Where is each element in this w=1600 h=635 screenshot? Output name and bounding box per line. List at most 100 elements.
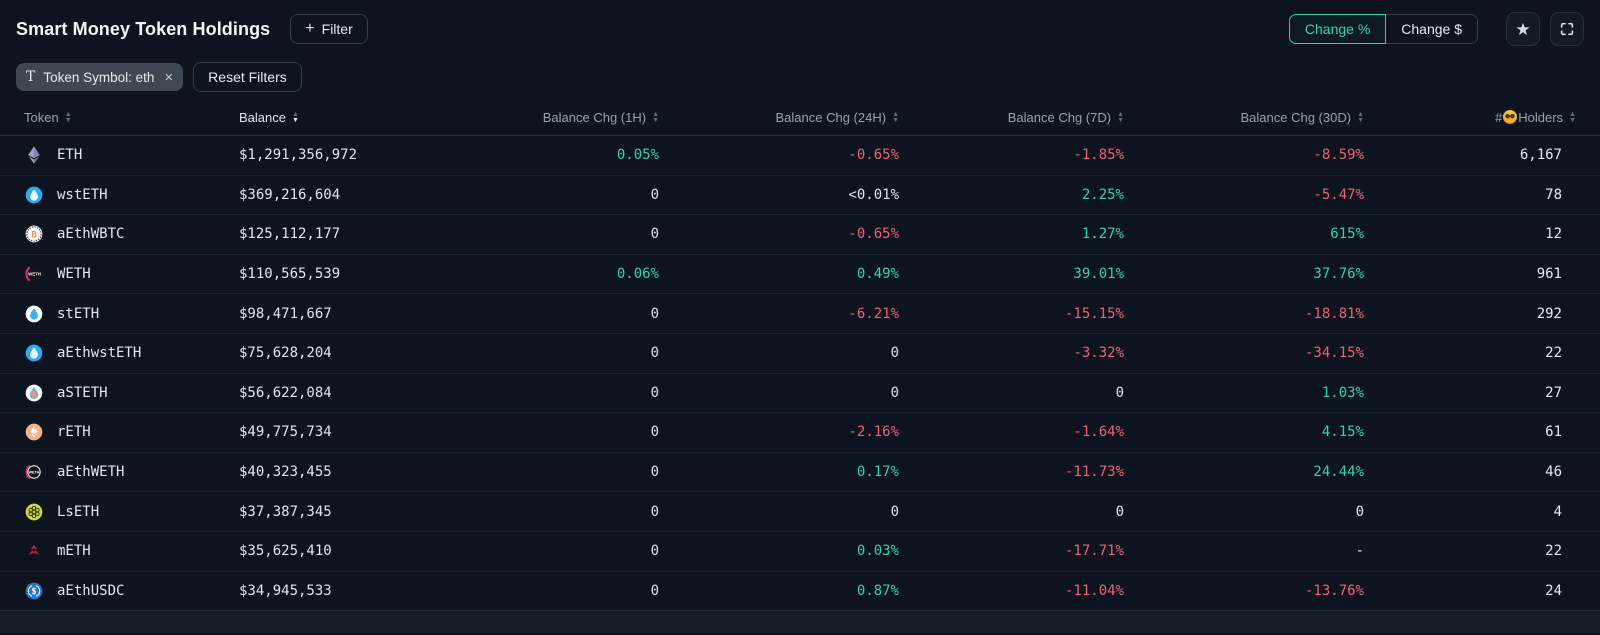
holdings-table: Token▲▼Balance▲▼Balance Chg (1H)▲▼Balanc… bbox=[0, 100, 1600, 633]
favorite-button[interactable]: ★ bbox=[1506, 12, 1540, 46]
token-symbol: WETH bbox=[57, 266, 91, 282]
balance-chg-7d-cell: 2.25% bbox=[899, 187, 1124, 203]
balance-cell: $49,775,734 bbox=[239, 424, 444, 440]
balance-chg-7d-cell: -1.85% bbox=[899, 147, 1124, 163]
balance-chg-1h-cell: 0 bbox=[444, 226, 659, 242]
token-cell: mETH bbox=[24, 541, 239, 561]
column-label: Token bbox=[24, 110, 59, 125]
table-row[interactable]: stETH$98,471,6670-6.21%-15.15%-18.81%292 bbox=[0, 294, 1600, 334]
svg-text:$: $ bbox=[31, 587, 36, 597]
reset-filters-button[interactable]: Reset Filters bbox=[193, 62, 302, 92]
filter-chip-label: Token Symbol: eth bbox=[43, 70, 154, 85]
balance-chg-24h-cell: 0.87% bbox=[659, 583, 899, 599]
balance-chg-1h-cell: 0 bbox=[444, 543, 659, 559]
toggle-change-percent[interactable]: Change % bbox=[1289, 14, 1386, 44]
balance-chg-30d-cell: -8.59% bbox=[1124, 147, 1364, 163]
holders-cell: 12 bbox=[1364, 226, 1576, 242]
holders-cell: 22 bbox=[1364, 543, 1576, 559]
column-label: #Holders bbox=[1495, 110, 1563, 125]
column-header-balance[interactable]: Balance▲▼ bbox=[239, 110, 444, 125]
balance-chg-30d-cell: 37.76% bbox=[1124, 266, 1364, 282]
token-cell: LsETH bbox=[24, 502, 239, 522]
asteth-icon bbox=[24, 383, 44, 403]
balance-cell: $369,216,604 bbox=[239, 187, 444, 203]
wsteth-icon bbox=[24, 343, 44, 363]
balance-cell: $1,291,356,972 bbox=[239, 147, 444, 163]
fullscreen-icon bbox=[1559, 21, 1575, 37]
holders-cell: 61 bbox=[1364, 424, 1576, 440]
table-row[interactable]: wstETH$369,216,6040<0.01%2.25%-5.47%78 bbox=[0, 176, 1600, 216]
table-row[interactable]: WETHWETH$110,565,5390.06%0.49%39.01%37.7… bbox=[0, 255, 1600, 295]
table-row[interactable]: mETH$35,625,41000.03%-17.71%-22 bbox=[0, 532, 1600, 572]
token-cell: stETH bbox=[24, 304, 239, 324]
steth-icon bbox=[24, 304, 44, 324]
balance-cell: $37,387,345 bbox=[239, 504, 444, 520]
table-row[interactable]: ETH$1,291,356,9720.05%-0.65%-1.85%-8.59%… bbox=[0, 136, 1600, 176]
balance-chg-30d-cell: 4.15% bbox=[1124, 424, 1364, 440]
svg-text:WETH: WETH bbox=[28, 272, 41, 277]
table-row[interactable]: rETH$49,775,7340-2.16%-1.64%4.15%61 bbox=[0, 413, 1600, 453]
token-symbol: aSTETH bbox=[57, 385, 108, 401]
balance-chg-24h-cell: 0 bbox=[659, 345, 899, 361]
column-label: Balance Chg (1H) bbox=[543, 110, 646, 125]
reth-icon bbox=[24, 422, 44, 442]
token-cell: aSTETH bbox=[24, 383, 239, 403]
balance-chg-30d-cell: 0 bbox=[1124, 504, 1364, 520]
balance-chg-7d-cell: -11.04% bbox=[899, 583, 1124, 599]
balance-chg-30d-cell: - bbox=[1124, 543, 1364, 559]
column-header-holders[interactable]: #Holders▲▼ bbox=[1364, 110, 1576, 125]
holders-cell: 6,167 bbox=[1364, 147, 1576, 163]
balance-chg-30d-cell: -13.76% bbox=[1124, 583, 1364, 599]
sort-icon: ▲▼ bbox=[1357, 112, 1364, 124]
table-row[interactable]: aEthwstETH$75,628,20400-3.32%-34.15%22 bbox=[0, 334, 1600, 374]
token-symbol: aEthWBTC bbox=[57, 226, 124, 242]
balance-chg-24h-cell: <0.01% bbox=[659, 187, 899, 203]
column-header-balance-chg-1h-[interactable]: Balance Chg (1H)▲▼ bbox=[444, 110, 659, 125]
balance-chg-7d-cell: 0 bbox=[899, 504, 1124, 520]
column-header-balance-chg-30d-[interactable]: Balance Chg (30D) ▲▼ bbox=[1124, 110, 1364, 125]
add-filter-button[interactable]: + Filter bbox=[290, 14, 367, 44]
token-cell: aEthwstETH bbox=[24, 343, 239, 363]
token-symbol: aEthwstETH bbox=[57, 345, 141, 361]
column-header-token[interactable]: Token▲▼ bbox=[24, 110, 239, 125]
aweth-icon: WETH bbox=[24, 462, 44, 482]
balance-chg-24h-cell: -6.21% bbox=[659, 306, 899, 322]
column-label: Balance Chg (24H) bbox=[776, 110, 887, 125]
filter-chip-token-symbol[interactable]: T Token Symbol: eth × bbox=[16, 63, 183, 91]
sort-icon: ▲▼ bbox=[292, 112, 299, 124]
toggle-change-dollar[interactable]: Change $ bbox=[1385, 14, 1478, 44]
balance-chg-30d-cell: -18.81% bbox=[1124, 306, 1364, 322]
table-header-row: Token▲▼Balance▲▼Balance Chg (1H)▲▼Balanc… bbox=[0, 100, 1600, 136]
column-header-balance-chg-24h-[interactable]: Balance Chg (24H)▲▼ bbox=[659, 110, 899, 125]
holders-cell: 46 bbox=[1364, 464, 1576, 480]
balance-chg-1h-cell: 0 bbox=[444, 306, 659, 322]
balance-cell: $56,622,084 bbox=[239, 385, 444, 401]
holders-cell: 292 bbox=[1364, 306, 1576, 322]
balance-chg-1h-cell: 0 bbox=[444, 504, 659, 520]
add-filter-label: Filter bbox=[322, 21, 353, 37]
balance-chg-30d-cell: -5.47% bbox=[1124, 187, 1364, 203]
balance-chg-24h-cell: -0.65% bbox=[659, 226, 899, 242]
table-row[interactable]: aSTETH$56,622,0840001.03%27 bbox=[0, 374, 1600, 414]
token-symbol: stETH bbox=[57, 306, 99, 322]
table-row[interactable]: BaEthWBTC$125,112,1770-0.65%1.27%615%12 bbox=[0, 215, 1600, 255]
table-row[interactable]: WETHaEthWETH$40,323,45500.17%-11.73%24.4… bbox=[0, 453, 1600, 493]
close-icon[interactable]: × bbox=[162, 70, 173, 85]
table-row[interactable]: LsETH$37,387,34500004 bbox=[0, 492, 1600, 532]
balance-cell: $110,565,539 bbox=[239, 266, 444, 282]
balance-chg-7d-cell: -11.73% bbox=[899, 464, 1124, 480]
balance-chg-1h-cell: 0.06% bbox=[444, 266, 659, 282]
svg-text:B: B bbox=[31, 230, 37, 241]
fullscreen-button[interactable] bbox=[1550, 12, 1584, 46]
column-header-balance-chg-7d-[interactable]: Balance Chg (7D)▲▼ bbox=[899, 110, 1124, 125]
weth-icon: WETH bbox=[24, 264, 44, 284]
balance-chg-30d-cell: -34.15% bbox=[1124, 345, 1364, 361]
column-label: Balance Chg (30D) bbox=[1241, 110, 1352, 125]
balance-cell: $98,471,667 bbox=[239, 306, 444, 322]
table-row[interactable]: $aEthUSDC$34,945,53300.87%-11.04%-13.76%… bbox=[0, 572, 1600, 612]
page-title: Smart Money Token Holdings bbox=[16, 19, 270, 40]
wsteth-icon bbox=[24, 185, 44, 205]
balance-chg-1h-cell: 0 bbox=[444, 464, 659, 480]
holders-cell: 27 bbox=[1364, 385, 1576, 401]
balance-chg-24h-cell: 0.03% bbox=[659, 543, 899, 559]
